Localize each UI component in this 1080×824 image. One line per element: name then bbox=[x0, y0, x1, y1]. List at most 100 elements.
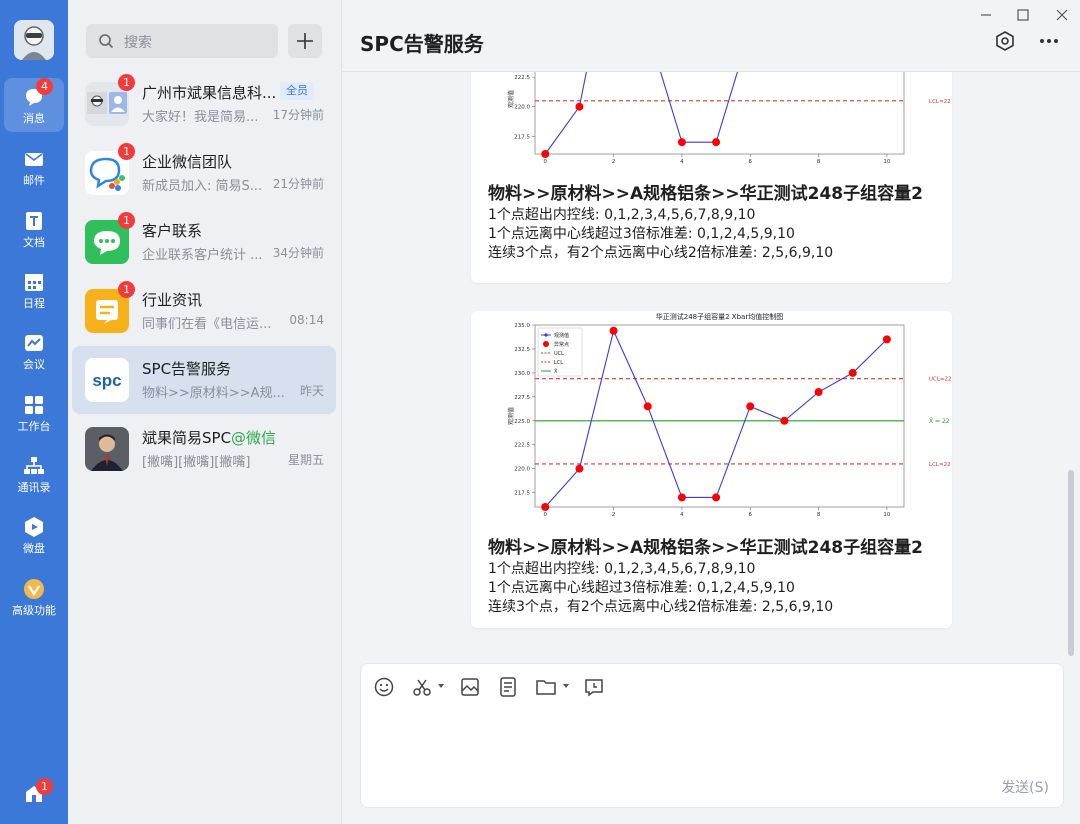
message-title: 物料>>原材料>>A规格铝条>>华正测试248子组容量2 bbox=[488, 538, 923, 558]
emoji-icon[interactable] bbox=[373, 676, 395, 698]
conversation-name: 斌果简易SPC@微信 bbox=[142, 429, 277, 447]
more-icon[interactable] bbox=[1038, 30, 1060, 52]
y-tick-label: 217.5 bbox=[514, 134, 530, 140]
legend-label: X̄ bbox=[554, 368, 558, 375]
close-button[interactable] bbox=[1051, 4, 1073, 26]
all-members-tag: 全员 bbox=[280, 82, 314, 100]
nav-rail: 消息 4 邮件 文档 日程 会议 工作台 通讯录 微盘 高级功能 1 bbox=[0, 0, 68, 824]
y-tick-label: 220.0 bbox=[514, 467, 530, 473]
nav-label: 消息 bbox=[23, 112, 45, 125]
screenshot-icon[interactable] bbox=[411, 676, 433, 698]
x-tick-label: 8 bbox=[817, 159, 821, 165]
chevron-down-icon[interactable] bbox=[438, 684, 444, 688]
chat-header: SPC告警服务 bbox=[342, 0, 1080, 72]
minimize-button[interactable] bbox=[975, 4, 997, 26]
send-button[interactable]: 发送(S) bbox=[1001, 777, 1049, 797]
message-line: 1个点远离中心线超过3倍标准差: 0,1,2,4,5,9,10 bbox=[488, 226, 795, 242]
nav-label: 工作台 bbox=[17, 420, 51, 433]
settings-hex-icon[interactable] bbox=[994, 30, 1016, 52]
conversation-time: 17分钟前 bbox=[272, 108, 324, 122]
nav-item-meeting[interactable]: 会议 bbox=[4, 324, 64, 378]
nav-label: 邮件 bbox=[23, 174, 45, 187]
control-chart: 217.5 220.0 222.5 225.0 227.5 230.0 232.5 235.0… bbox=[507, 312, 952, 518]
nav-item-app-center[interactable]: 1 bbox=[4, 774, 64, 824]
plot-area bbox=[534, 324, 905, 508]
x-tick-label: 0 bbox=[544, 159, 548, 165]
ucl-label: UCL=22 bbox=[929, 377, 952, 383]
search-box[interactable]: 搜索 bbox=[86, 24, 278, 58]
nav-item-calendar[interactable]: 日程 bbox=[4, 263, 64, 317]
message-area: 217.5 220.0 222.5 225.0 0 2 4 6 8 10 观测值 X̄ = 22 LCL… bbox=[342, 72, 1080, 654]
nav-label: 日程 bbox=[23, 297, 45, 310]
nav-label: 文档 bbox=[23, 236, 45, 249]
add-button[interactable] bbox=[288, 24, 322, 58]
anomaly-point bbox=[746, 402, 755, 411]
conversation-item[interactable]: 1 企业微信团队 新成员加入: 简易S... 21分钟前 bbox=[72, 139, 336, 207]
x-tick-label: 2 bbox=[612, 159, 616, 165]
x-tick-label: 0 bbox=[544, 512, 548, 518]
y-tick-label: 230.0 bbox=[514, 371, 530, 377]
conversation-time: 08:14 bbox=[289, 313, 324, 327]
control-chart: 217.5220.0222.5225.00246810观测值X̄ = 22LCL… bbox=[507, 72, 951, 165]
conversation-preview: 大家好！我是简易... bbox=[142, 110, 259, 125]
conversation-time: 昨天 bbox=[299, 384, 324, 398]
nav-item-docs[interactable]: 文档 bbox=[4, 202, 64, 256]
y-tick-label: 235.0 bbox=[514, 323, 530, 329]
message-line: 1个点超出内控线: 0,1,2,3,4,5,6,7,8,9,10 bbox=[488, 207, 756, 223]
nav-item-premium[interactable]: 高级功能 bbox=[4, 570, 64, 624]
meeting-icon bbox=[25, 335, 43, 351]
close-icon bbox=[1056, 9, 1068, 21]
lcl-label: LCL=22 bbox=[929, 462, 951, 468]
conversation-item[interactable]: 1 行业资讯 同事们在看《电信运... 08:14 bbox=[72, 277, 336, 345]
conversation-item[interactable]: 斌果简易SPC@微信 [撇嘴][撇嘴][撇嘴] 星期五 bbox=[72, 415, 336, 483]
contact-avatar bbox=[85, 427, 129, 471]
conversation-name: SPC告警服务 bbox=[142, 360, 232, 378]
unread-badge: 4 bbox=[36, 78, 53, 95]
chat-panel: SPC告警服务 217.5 220.0 222.5 225.0 0 2 4 6 8 10 观测值 X̄… bbox=[342, 0, 1080, 824]
search-placeholder: 搜索 bbox=[124, 35, 152, 51]
message-line: 连续3个点，有2个点远离中心线2倍标准差: 2,5,6,9,10 bbox=[488, 599, 834, 615]
wechat-suffix: @微信 bbox=[231, 429, 277, 447]
nav-item-messages[interactable]: 消息 4 bbox=[4, 78, 64, 132]
y-tick-label: 222.5 bbox=[514, 443, 530, 449]
conversation-time: 21分钟前 bbox=[272, 177, 324, 191]
conversation-time: 34分钟前 bbox=[272, 246, 324, 260]
y-tick-label: 225.0 bbox=[514, 419, 530, 425]
nav-label: 微盘 bbox=[23, 542, 45, 555]
legend-label: UCL bbox=[554, 351, 564, 357]
minimize-icon bbox=[981, 14, 991, 16]
maximize-button[interactable] bbox=[1012, 4, 1034, 26]
conversation-list: 搜索 1 广州市斌果信息科... 全员 大家好！我是简易... 17分钟前 1 … bbox=[68, 0, 342, 824]
scrollbar[interactable] bbox=[1068, 470, 1074, 656]
x-tick-label: 10 bbox=[883, 159, 890, 165]
nav-item-mail[interactable]: 邮件 bbox=[4, 140, 64, 194]
document-icon[interactable] bbox=[497, 676, 519, 698]
message-composer[interactable]: 发送(S) bbox=[360, 663, 1064, 808]
message-title: 物料>>原材料>>A规格铝条>>华正测试248子组容量2 bbox=[488, 184, 923, 204]
chart-title: 华正测试248子组容量2 Xbar均值控制图 bbox=[656, 312, 783, 321]
anomaly-point bbox=[814, 388, 823, 397]
legend-label: 观测值 bbox=[554, 332, 569, 339]
mail-icon bbox=[25, 153, 43, 166]
schedule-message-icon[interactable] bbox=[583, 676, 605, 698]
y-tick-label: 220.0 bbox=[514, 105, 530, 111]
y-axis-label: 观测值 bbox=[507, 407, 515, 425]
chevron-down-icon[interactable] bbox=[563, 684, 569, 688]
nav-item-contacts[interactable]: 通讯录 bbox=[4, 447, 64, 501]
nav-label: 会议 bbox=[23, 358, 45, 371]
chat-title: SPC告警服务 bbox=[360, 32, 484, 56]
nav-item-workbench[interactable]: 工作台 bbox=[4, 386, 64, 440]
conversation-name: 客户联系 bbox=[142, 222, 203, 240]
folder-icon[interactable] bbox=[535, 676, 557, 698]
conversation-item-active[interactable]: spc SPC告警服务 物料>>原材料>>A规... 昨天 bbox=[72, 346, 336, 414]
x-tick-label: 4 bbox=[680, 159, 684, 165]
conversation-item[interactable]: 1 广州市斌果信息科... 全员 大家好！我是简易... 17分钟前 bbox=[72, 70, 336, 138]
conversation-item[interactable]: 1 客户联系 企业联系客户统计 ... 34分钟前 bbox=[72, 208, 336, 276]
user-avatar[interactable] bbox=[14, 20, 54, 60]
message-card: 217.5 220.0 222.5 225.0 227.5 230.0 232.5 235.0… bbox=[471, 311, 952, 628]
legend-swatch bbox=[544, 333, 548, 337]
center-label: X̄ = 22 bbox=[929, 418, 950, 425]
nav-item-drive[interactable]: 微盘 bbox=[4, 508, 64, 562]
x-tick-label: 6 bbox=[749, 512, 753, 518]
image-icon[interactable] bbox=[459, 676, 481, 698]
